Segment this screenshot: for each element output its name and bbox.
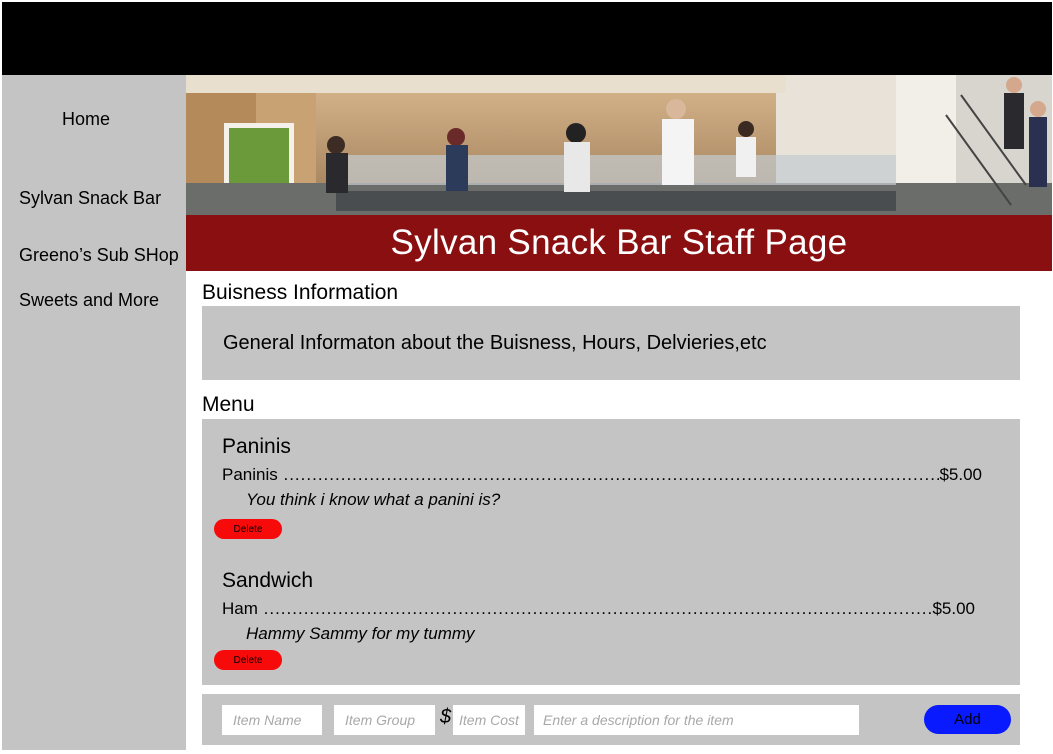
leader-dots: ........................................… [283,465,939,484]
menu-item-description: You think i know what a panini is? [246,490,501,509]
add-item-form: $ Add [202,694,1020,745]
sidebar-item-sweets-and-more[interactable]: Sweets and More [19,290,159,311]
add-button[interactable]: Add [924,705,1011,734]
delete-button[interactable]: Delete [214,519,282,539]
page-title: Sylvan Snack Bar Staff Page [390,223,848,262]
top-bar [2,2,1052,75]
menu-item-name: Ham [222,599,258,618]
menu-item-description: Hammy Sammy for my tummy [246,624,475,643]
delete-button[interactable]: Delete [214,650,282,670]
menu-item-price: $5.00 [932,599,975,618]
menu-item-name: Paninis [222,465,278,484]
leader-dots: ........................................… [263,599,933,618]
menu-group-title: Sandwich [222,569,314,592]
sidebar: Home Sylvan Snack Bar Greeno’s Sub SHop … [2,75,186,750]
menu-heading: Menu [202,393,255,416]
business-info-box: General Informaton about the Buisness, H… [202,306,1020,380]
business-info-text: General Informaton about the Buisness, H… [223,331,767,354]
item-description-input[interactable] [534,705,859,735]
currency-symbol: $ [440,706,452,728]
business-info-heading: Buisness Information [202,281,399,304]
menu-group-title: Paninis [222,435,291,458]
main-content: Sylvan Snack Bar Staff Page Buisness Inf… [186,75,1052,750]
menu-item-price: $5.00 [939,465,982,484]
item-cost-input[interactable] [453,705,525,735]
hero-image [186,75,1052,215]
cafeteria-photo [186,75,1052,215]
menu-item-row: Paninis ................................… [222,465,982,485]
item-name-input[interactable] [222,705,322,735]
sidebar-item-home[interactable]: Home [62,109,110,130]
page-title-bar: Sylvan Snack Bar Staff Page [186,215,1052,271]
item-group-input[interactable] [334,705,435,735]
menu-item-row: Ham ....................................… [222,599,975,619]
sidebar-item-sylvan-snack-bar[interactable]: Sylvan Snack Bar [19,188,161,209]
menu-box: Paninis Paninis ........................… [202,419,1020,685]
sidebar-item-greenos-sub-shop[interactable]: Greeno’s Sub SHop [19,245,179,266]
app-frame: Home Sylvan Snack Bar Greeno’s Sub SHop … [2,2,1052,750]
